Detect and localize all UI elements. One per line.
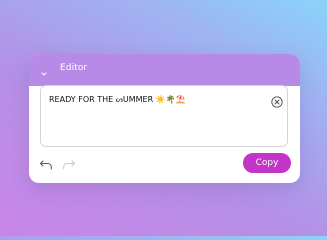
editor-text-value[interactable]: READY FOR THE ᔕUMMER ☀️🌴⛱️: [49, 94, 186, 105]
undo-button[interactable]: [39, 156, 53, 170]
undo-arrow-icon: [39, 160, 52, 170]
clear-text-button[interactable]: [271, 93, 283, 108]
editor-title: Editor: [60, 63, 88, 73]
editor-card: Editor READY FOR THE ᔕUMMER ☀️🌴⛱️ Copy: [29, 54, 300, 183]
clear-circle-x-icon: [271, 96, 283, 108]
copy-button[interactable]: Copy: [243, 153, 291, 173]
editor-text-field[interactable]: READY FOR THE ᔕUMMER ☀️🌴⛱️: [40, 85, 288, 147]
redo-button[interactable]: [62, 156, 76, 170]
chevron-down-icon[interactable]: [39, 64, 49, 76]
editor-header-row: Editor: [29, 54, 300, 86]
redo-arrow-icon: [63, 160, 76, 170]
